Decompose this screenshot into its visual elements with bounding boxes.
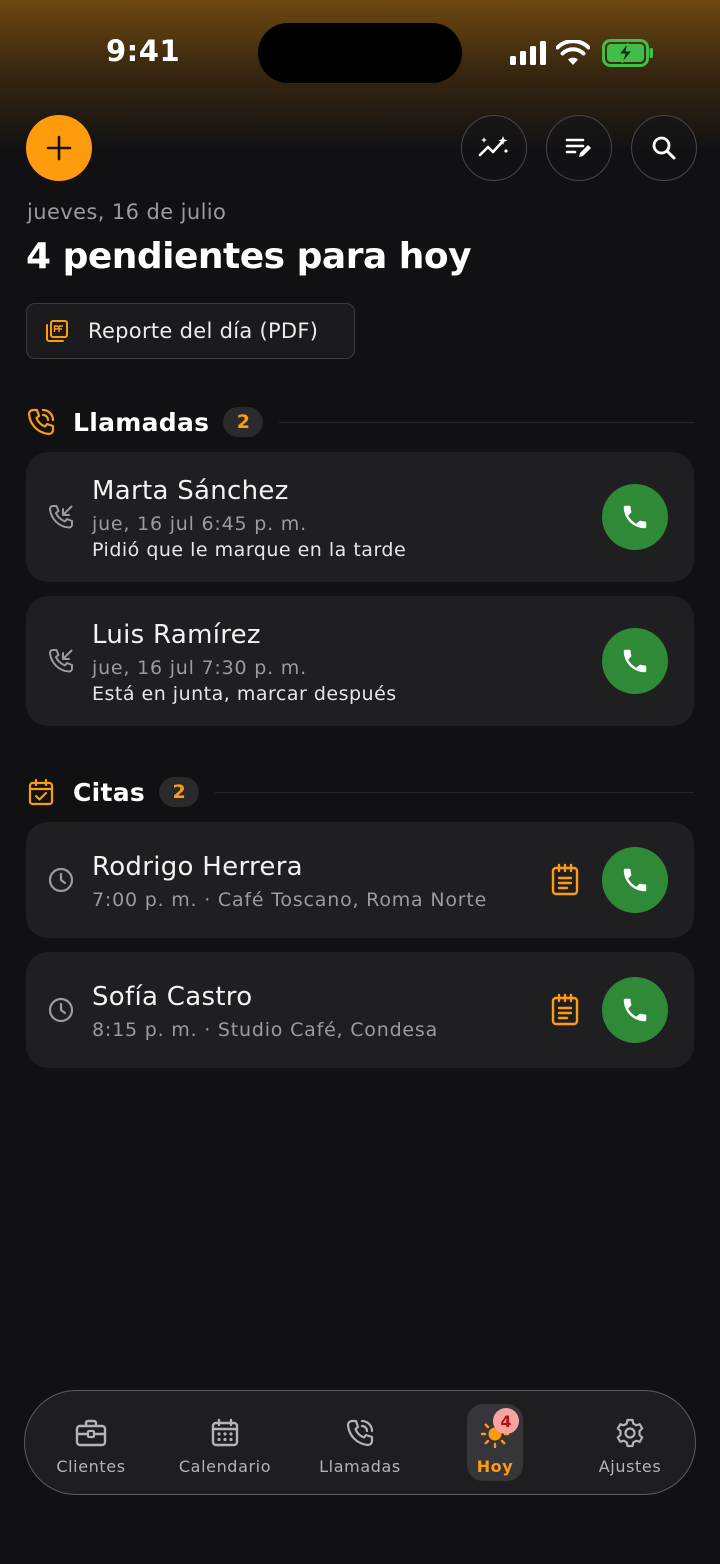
pdf-report-label: Reporte del día (PDF)	[88, 319, 319, 343]
today-count-badge: 4	[493, 1408, 519, 1434]
tab-label: Calendario	[178, 1457, 272, 1476]
clock-icon	[48, 997, 74, 1023]
tab-llamadas[interactable]: Llamadas	[310, 1391, 410, 1496]
phone-icon	[623, 505, 647, 529]
tab-clientes[interactable]: Clientes	[41, 1391, 141, 1496]
call-datetime: jue, 16 jul 6:45 p. m.	[92, 513, 307, 535]
call-card[interactable]: Marta Sánchez jue, 16 jul 6:45 p. m. Pid…	[26, 452, 694, 582]
section-divider	[279, 421, 694, 423]
briefcase-icon	[75, 1417, 107, 1449]
call-button[interactable]	[602, 628, 668, 694]
phone-callback-icon	[26, 407, 58, 437]
tab-calendario[interactable]: Calendario	[175, 1391, 275, 1496]
call-note: Pidió que le marque en la tarde	[92, 539, 407, 561]
notes-button[interactable]	[550, 993, 580, 1027]
tab-label: Clientes	[56, 1457, 126, 1476]
contact-name: Marta Sánchez	[92, 476, 289, 506]
calls-section-header: Llamadas 2	[26, 404, 694, 440]
status-time: 9:41	[106, 34, 181, 68]
appointment-details: 8:15 p. m. · Studio Café, Condesa	[92, 1019, 439, 1041]
notes-icon	[551, 993, 579, 1026]
battery-charging-icon	[602, 39, 653, 67]
calls-count-badge: 2	[223, 407, 264, 437]
pdf-report-button[interactable]: Reporte del día (PDF)	[26, 303, 355, 359]
missed-call-icon	[48, 504, 74, 530]
calendar-icon	[210, 1417, 240, 1449]
signal-icon	[510, 41, 546, 65]
calls-section-title: Llamadas	[73, 407, 210, 437]
pdf-icon	[45, 319, 69, 343]
bottom-tab-bar: Clientes Calendario Llamadas Hoy 4 Ajust…	[24, 1390, 696, 1495]
section-divider	[215, 791, 694, 793]
appointments-section-title: Citas	[73, 777, 146, 807]
missed-call-icon	[48, 648, 74, 674]
search-icon	[652, 136, 676, 160]
current-date: jueves, 16 de julio	[27, 200, 227, 224]
wifi-icon	[556, 40, 590, 65]
appointments-count-badge: 2	[159, 777, 200, 807]
magic-trend-icon	[478, 136, 508, 157]
call-button[interactable]	[602, 847, 668, 913]
contact-name: Luis Ramírez	[92, 620, 261, 650]
page-title: 4 pendientes para hoy	[26, 236, 472, 277]
dynamic-island	[258, 23, 462, 83]
contact-name: Sofía Castro	[92, 982, 253, 1012]
tab-label: Ajustes	[598, 1457, 662, 1476]
status-icons	[510, 38, 590, 68]
notes-button[interactable]	[550, 863, 580, 897]
add-button[interactable]	[26, 115, 92, 181]
appointment-card[interactable]: Rodrigo Herrera 7:00 p. m. · Café Toscan…	[26, 822, 694, 938]
call-button[interactable]	[602, 484, 668, 550]
call-button[interactable]	[602, 977, 668, 1043]
appointment-details: 7:00 p. m. · Café Toscano, Roma Norte	[92, 889, 488, 911]
clock-icon	[48, 867, 74, 893]
appointments-section-header: Citas 2	[26, 774, 694, 810]
notes-icon	[551, 863, 579, 896]
appointment-card[interactable]: Sofía Castro 8:15 p. m. · Studio Café, C…	[26, 952, 694, 1068]
insights-button[interactable]	[461, 115, 527, 181]
edit-list-button[interactable]	[546, 115, 612, 181]
calendar-check-icon	[26, 777, 58, 807]
search-button[interactable]	[631, 115, 697, 181]
gear-icon	[615, 1417, 645, 1449]
phone-icon	[623, 649, 647, 673]
phone-icon	[345, 1417, 375, 1449]
contact-name: Rodrigo Herrera	[92, 852, 303, 882]
call-note: Está en junta, marcar después	[92, 683, 397, 705]
tab-ajustes[interactable]: Ajustes	[580, 1391, 680, 1496]
tab-label: Llamadas	[319, 1457, 401, 1476]
plus-icon	[46, 135, 72, 161]
phone-icon	[623, 868, 647, 892]
edit-list-icon	[565, 138, 591, 157]
tab-label: Hoy	[476, 1457, 514, 1476]
tab-hoy[interactable]: Hoy	[445, 1391, 545, 1496]
call-card[interactable]: Luis Ramírez jue, 16 jul 7:30 p. m. Está…	[26, 596, 694, 726]
phone-icon	[623, 998, 647, 1022]
call-datetime: jue, 16 jul 7:30 p. m.	[92, 657, 307, 679]
